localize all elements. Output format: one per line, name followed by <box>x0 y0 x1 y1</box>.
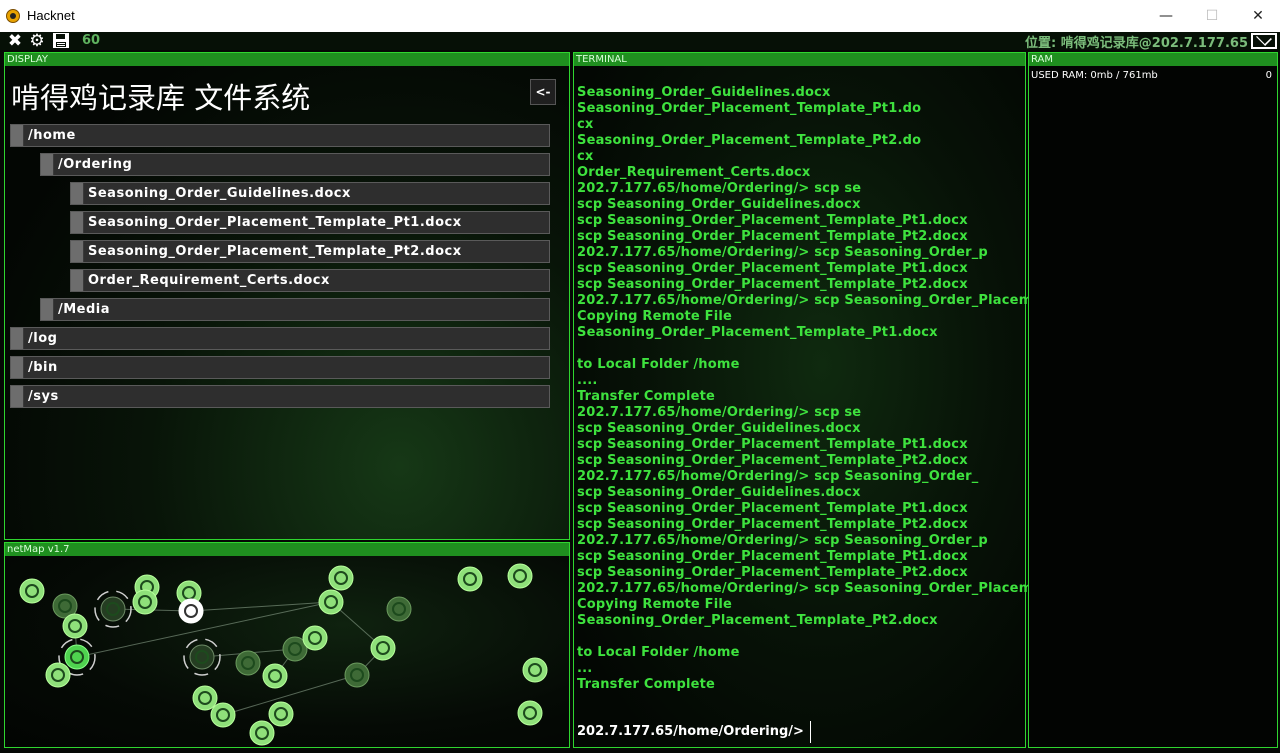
netmap-node[interactable] <box>249 720 275 746</box>
fs-entry-stripe <box>71 183 84 204</box>
fs-entry[interactable]: /log <box>10 327 550 350</box>
fs-entry[interactable]: /Ordering <box>40 153 550 176</box>
fs-entry-label: Seasoning_Order_Guidelines.docx <box>88 186 351 201</box>
display-header: DISPLAY <box>5 53 569 66</box>
fs-entry-label: Order_Requirement_Certs.docx <box>88 273 330 288</box>
mail-icon[interactable] <box>1251 33 1277 49</box>
fs-entry-stripe <box>11 328 24 349</box>
hud-topbar: ✖ ⚙ 60 位置: 啃得鸡记录库@202.7.177.65 <box>0 32 1280 51</box>
location-label: 位置: 啃得鸡记录库@202.7.177.65 <box>1025 36 1248 51</box>
fs-entry-label: /Media <box>58 302 111 317</box>
netmap-node[interactable] <box>522 657 548 683</box>
netmap-node[interactable] <box>132 589 158 615</box>
netmap-node[interactable] <box>45 662 71 688</box>
fs-entry-stripe <box>71 241 84 262</box>
maximize-button[interactable]: ☐ <box>1189 0 1235 32</box>
fs-entry-stripe <box>11 125 24 146</box>
fs-entry[interactable]: Seasoning_Order_Placement_Template_Pt2.d… <box>70 240 550 263</box>
ram-panel: RAM USED RAM: 0mb / 761mb 0 <box>1028 52 1278 748</box>
fs-entry-label: Seasoning_Order_Placement_Template_Pt2.d… <box>88 244 462 259</box>
fs-entry[interactable]: Order_Requirement_Certs.docx <box>70 269 550 292</box>
netmap-node[interactable] <box>235 650 261 676</box>
fs-entry[interactable]: /sys <box>10 385 550 408</box>
fs-entry-stripe <box>71 212 84 233</box>
netmap-node[interactable] <box>268 701 294 727</box>
netmap-node[interactable] <box>262 663 288 689</box>
close-window-button[interactable]: ✕ <box>1235 0 1280 32</box>
ram-header: RAM <box>1029 53 1277 66</box>
fs-entry[interactable]: Seasoning_Order_Placement_Template_Pt1.d… <box>70 211 550 234</box>
netmap-node[interactable] <box>318 589 344 615</box>
display-panel: DISPLAY 啃得鸡记录库 文件系统 <- /home/Ordering Sea… <box>4 52 570 540</box>
terminal-header: TERMINAL <box>574 53 1025 66</box>
netmap-panel: netMap v1.7 <box>4 542 570 748</box>
fs-entry-label: /bin <box>28 360 58 375</box>
save-icon[interactable] <box>51 32 71 50</box>
ram-process-count: 0 <box>1265 70 1272 81</box>
fs-entry[interactable]: /bin <box>10 356 550 379</box>
terminal-cursor <box>810 721 811 743</box>
netmap-node[interactable] <box>178 598 204 624</box>
netmap-node[interactable] <box>210 702 236 728</box>
fs-entry-stripe <box>41 299 54 320</box>
fs-entry-label: /sys <box>28 389 59 404</box>
back-button[interactable]: <- <box>530 79 556 105</box>
netmap-node[interactable] <box>302 625 328 651</box>
fs-entry-stripe <box>71 270 84 291</box>
fs-entry-stripe <box>11 386 24 407</box>
netmap-node[interactable] <box>62 613 88 639</box>
fs-entry[interactable]: /home <box>10 124 550 147</box>
fs-entry-label: /log <box>28 331 58 346</box>
gear-icon[interactable]: ⚙ <box>27 32 47 50</box>
terminal-prompt[interactable]: 202.7.177.65/home/Ordering/> <box>577 724 804 739</box>
netmap-node[interactable] <box>344 662 370 688</box>
netmap-node[interactable] <box>457 566 483 592</box>
netmap-node[interactable] <box>507 563 533 589</box>
fps-counter: 60 <box>82 33 101 48</box>
fs-entry-label: Seasoning_Order_Placement_Template_Pt1.d… <box>88 215 462 230</box>
window-title: Hacknet <box>27 8 75 23</box>
window-titlebar: Hacknet — ☐ ✕ <box>0 0 1280 32</box>
netmap-node[interactable] <box>386 596 412 622</box>
netmap-header: netMap v1.7 <box>5 543 569 556</box>
fs-entry-stripe <box>41 154 54 175</box>
netmap-node[interactable] <box>19 578 45 604</box>
fs-entry-label: /home <box>28 128 76 143</box>
netmap-node[interactable] <box>370 635 396 661</box>
netmap-node[interactable] <box>328 565 354 591</box>
hacknet-app-icon <box>6 9 20 23</box>
netmap-node[interactable] <box>192 685 218 711</box>
minimize-button[interactable]: — <box>1143 0 1189 32</box>
netmap-node[interactable] <box>517 700 543 726</box>
close-icon[interactable]: ✖ <box>5 32 25 50</box>
fs-entry-stripe <box>11 357 24 378</box>
fs-entry[interactable]: Seasoning_Order_Guidelines.docx <box>70 182 550 205</box>
netmap-node[interactable] <box>183 638 221 676</box>
ram-usage-label: USED RAM: 0mb / 761mb <box>1031 70 1158 81</box>
terminal-panel: TERMINAL Seasoning_Order_Guidelines.docx… <box>573 52 1205 748</box>
filesystem-title: 啃得鸡记录库 文件系统 <box>11 81 311 115</box>
fs-entry-label: /Ordering <box>58 157 133 172</box>
netmap-graph <box>19 563 548 746</box>
fs-entry[interactable]: /Media <box>40 298 550 321</box>
